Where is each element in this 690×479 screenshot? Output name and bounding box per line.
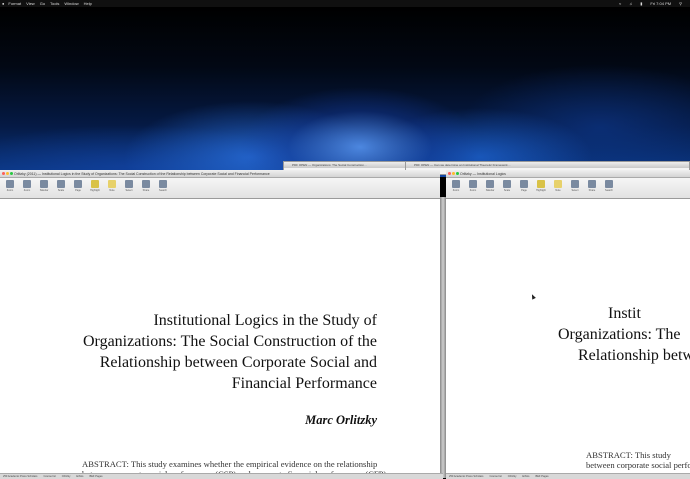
zoom-in-icon xyxy=(469,180,477,188)
toolbar-share[interactable]: Share xyxy=(139,178,153,192)
menu-window[interactable]: Window xyxy=(64,1,78,6)
volume-icon[interactable]: ♫ xyxy=(629,1,632,6)
apple-menu-icon[interactable]: ● xyxy=(2,1,4,6)
search-icon xyxy=(605,180,613,188)
toolbar-zoom-in[interactable]: Zoom xyxy=(466,178,480,192)
menu-go[interactable]: Go xyxy=(40,1,45,6)
toolbar-zoom-out[interactable]: Zoom xyxy=(3,178,17,192)
toolbar-zoom-out[interactable]: Zoom xyxy=(449,178,463,192)
toolbar-note[interactable]: Note xyxy=(551,178,565,192)
scale-icon xyxy=(503,180,511,188)
toolbar-zoom-in[interactable]: Zoom xyxy=(20,178,34,192)
right-paper-abstract: ABSTRACT: This study between corporate s… xyxy=(586,450,690,470)
toolbar-sidebar[interactable]: Sidebar xyxy=(483,178,497,192)
right-abstract-line-1: ABSTRACT: This study xyxy=(586,450,671,460)
note-icon xyxy=(554,180,562,188)
menu-help[interactable]: Help xyxy=(84,1,92,6)
window-controls xyxy=(2,172,13,175)
scale-icon xyxy=(57,180,65,188)
toolbar-share[interactable]: Share xyxy=(585,178,599,192)
window-controls xyxy=(448,172,459,175)
abstract-line-1: ABSTRACT: This study examines whether th… xyxy=(82,459,378,469)
select-icon xyxy=(125,180,133,188)
right-pdf-window[interactable]: Orlitzky — Institutional Logics Zoom Zoo… xyxy=(446,170,690,478)
menu-tools[interactable]: Tools xyxy=(50,1,59,6)
highlight-icon xyxy=(537,180,545,188)
share-icon xyxy=(588,180,596,188)
status-area: ≈ ♫ ▮ Fri 7:04 PM ⚲ xyxy=(619,0,687,7)
right-window-titlebar[interactable]: Orlitzky — Institutional Logics xyxy=(446,170,690,178)
zoom-out-icon xyxy=(452,180,460,188)
page-icon xyxy=(520,180,528,188)
spotlight-icon[interactable]: ⚲ xyxy=(679,1,682,6)
battery-icon[interactable]: ▮ xyxy=(640,1,642,6)
toolbar-highlight[interactable]: Highlight xyxy=(88,178,102,192)
page-icon xyxy=(74,180,82,188)
toolbar-search[interactable]: Search xyxy=(602,178,616,192)
title-line-4: Financial Performance xyxy=(231,375,377,392)
toolbar-sidebar[interactable]: Sidebar xyxy=(37,178,51,192)
share-icon xyxy=(142,180,150,188)
zoom-out-icon xyxy=(6,180,14,188)
title-line-2: Organizations: The Social Construction o… xyxy=(82,333,377,350)
right-toolbar: Zoom Zoom Sidebar Scale Page Highlight N… xyxy=(446,178,690,199)
right-paper-title: Instit Organizations: The Relationship b… xyxy=(558,303,690,366)
left-toolbar: Zoom Zoom Sidebar Scale Page Highlight N… xyxy=(0,178,440,199)
menu-bar: ● Format View Go Tools Window Help ≈ ♫ ▮… xyxy=(0,0,690,7)
title-line-3: Relationship between Corporate Social an… xyxy=(99,354,377,371)
minimize-button[interactable] xyxy=(452,172,455,175)
left-pdf-window[interactable]: Orlitzky (2011) — Institutional Logics i… xyxy=(0,170,440,478)
toolbar-select[interactable]: Select xyxy=(122,178,136,192)
right-status-bar: 250 Academic Press Scholars Course list … xyxy=(446,473,690,479)
toolbar-select[interactable]: Select xyxy=(568,178,582,192)
left-status-bar: 250 Academic Press Scholars Course list … xyxy=(0,473,443,479)
clock[interactable]: Fri 7:04 PM xyxy=(650,1,671,6)
right-window-title: Orlitzky — Institutional Logics xyxy=(460,171,506,176)
toolbar-note[interactable]: Note xyxy=(105,178,119,192)
paper-author: Marc Orlitzky xyxy=(305,413,377,427)
left-window-titlebar[interactable]: Orlitzky (2011) — Institutional Logics i… xyxy=(0,170,440,178)
paper-title: Institutional Logics in the Study of Org… xyxy=(83,310,377,394)
right-title-line-3: Relationship betw xyxy=(578,347,690,364)
wifi-icon[interactable]: ≈ xyxy=(619,1,621,6)
background-window-1-title: PDF OPEN — Organizations: The Social Con… xyxy=(284,162,407,167)
right-pdf-page[interactable]: Instit Organizations: The Relationship b… xyxy=(446,199,690,478)
right-title-line-2: Organizations: The xyxy=(558,326,681,343)
toolbar-search[interactable]: Search xyxy=(156,178,170,192)
close-button[interactable] xyxy=(2,172,5,175)
toolbar-page[interactable]: Page xyxy=(517,178,531,192)
right-abstract-line-2: between corporate social perfo xyxy=(586,460,690,470)
toolbar-highlight[interactable]: Highlight xyxy=(534,178,548,192)
zoom-in-icon xyxy=(23,180,31,188)
right-title-line-1: Instit xyxy=(608,305,641,322)
sidebar-icon xyxy=(40,180,48,188)
menu-view[interactable]: View xyxy=(26,1,35,6)
close-button[interactable] xyxy=(448,172,451,175)
sidebar-icon xyxy=(486,180,494,188)
select-icon xyxy=(571,180,579,188)
toolbar-scale[interactable]: Scale xyxy=(54,178,68,192)
minimize-button[interactable] xyxy=(6,172,9,175)
zoom-button[interactable] xyxy=(456,172,459,175)
toolbar-scale[interactable]: Scale xyxy=(500,178,514,192)
search-icon xyxy=(159,180,167,188)
left-pdf-page[interactable]: Institutional Logics in the Study of Org… xyxy=(0,199,440,478)
desktop-wallpaper xyxy=(0,7,690,177)
title-line-1: Institutional Logics in the Study of xyxy=(153,312,377,329)
highlight-icon xyxy=(91,180,99,188)
toolbar-page[interactable]: Page xyxy=(71,178,85,192)
zoom-button[interactable] xyxy=(10,172,13,175)
left-window-title: Orlitzky (2011) — Institutional Logics i… xyxy=(14,171,270,176)
note-icon xyxy=(108,180,116,188)
menu-format[interactable]: Format xyxy=(8,1,21,6)
